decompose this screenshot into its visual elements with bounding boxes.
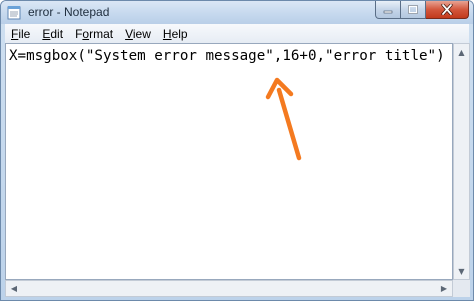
window-title: error - Notepad bbox=[28, 5, 110, 19]
menu-view[interactable]: View bbox=[119, 27, 157, 41]
minimize-icon bbox=[383, 10, 393, 13]
scroll-right-icon[interactable]: ▶ bbox=[436, 281, 452, 296]
maximize-icon bbox=[408, 4, 418, 14]
maximize-button[interactable] bbox=[401, 1, 426, 19]
vertical-scrollbar[interactable]: ▲ ▼ bbox=[453, 43, 470, 280]
notepad-icon bbox=[7, 6, 21, 20]
minimize-button[interactable] bbox=[375, 1, 401, 19]
scroll-down-icon[interactable]: ▼ bbox=[454, 263, 469, 279]
notepad-window: error - Notepad File Edit Format View He… bbox=[0, 0, 474, 301]
resize-grip[interactable] bbox=[453, 280, 470, 297]
text-editor[interactable]: X=msgbox("System error message",16+0,"er… bbox=[5, 43, 453, 280]
scroll-up-icon[interactable]: ▲ bbox=[454, 44, 469, 60]
scroll-left-icon[interactable]: ◀ bbox=[6, 281, 22, 296]
editor-content[interactable]: X=msgbox("System error message",16+0,"er… bbox=[9, 46, 445, 66]
menu-edit[interactable]: Edit bbox=[36, 27, 69, 41]
menu-file[interactable]: File bbox=[5, 27, 36, 41]
close-button[interactable] bbox=[426, 1, 469, 19]
menu-format[interactable]: Format bbox=[69, 27, 119, 41]
close-icon bbox=[441, 4, 453, 15]
title-bar[interactable]: error - Notepad bbox=[1, 1, 473, 24]
menu-bar: File Edit Format View Help bbox=[5, 24, 469, 43]
horizontal-scrollbar[interactable]: ◀ ▶ bbox=[5, 280, 453, 297]
caption-buttons bbox=[375, 1, 469, 20]
menu-help[interactable]: Help bbox=[157, 27, 194, 41]
